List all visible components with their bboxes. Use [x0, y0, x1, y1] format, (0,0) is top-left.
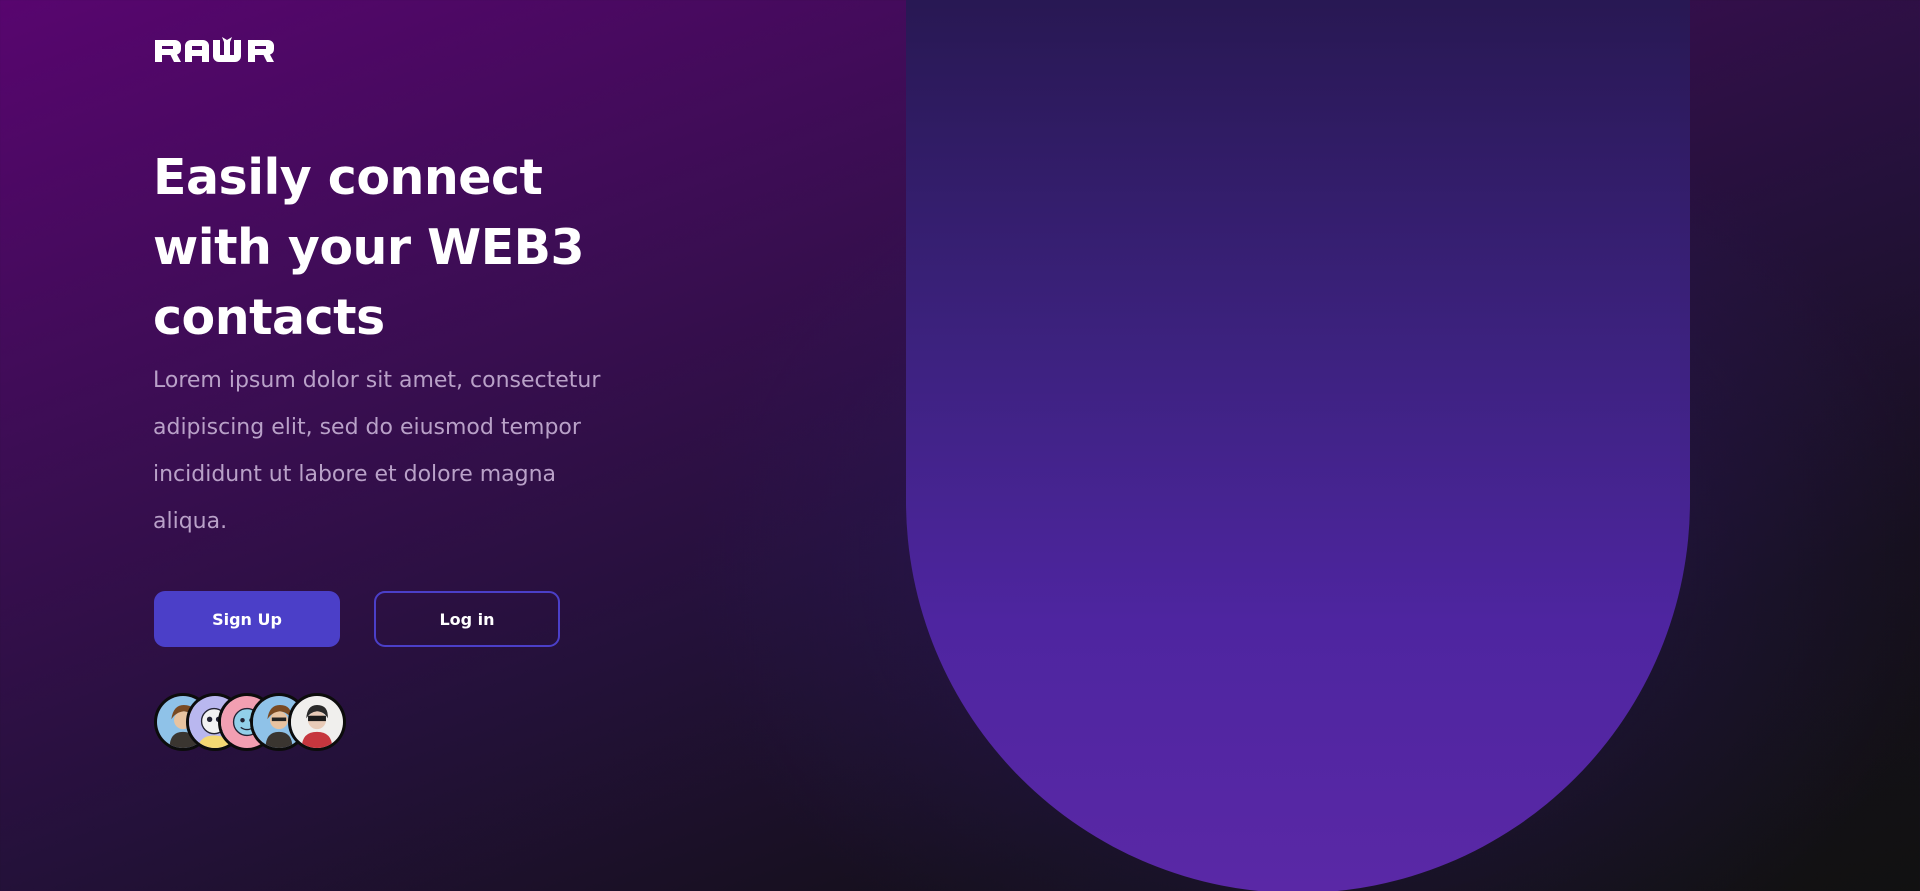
hero-section: Easily connect with your WEB3 contacts L…	[153, 143, 673, 545]
sign-up-button[interactable]: Sign Up	[154, 591, 340, 647]
log-in-button[interactable]: Log in	[374, 591, 560, 647]
hero-headline: Easily connect with your WEB3 contacts	[153, 149, 585, 346]
hero-decorative-shape	[906, 0, 1690, 891]
user-avatar-5-icon	[291, 696, 343, 748]
avatar-group	[154, 693, 354, 757]
hero-subtext: Lorem ipsum dolor sit amet, consectetur …	[153, 368, 601, 534]
rawr-logo-icon	[155, 37, 274, 62]
user-avatar-5	[288, 693, 346, 751]
rawr-logo[interactable]	[154, 34, 276, 66]
